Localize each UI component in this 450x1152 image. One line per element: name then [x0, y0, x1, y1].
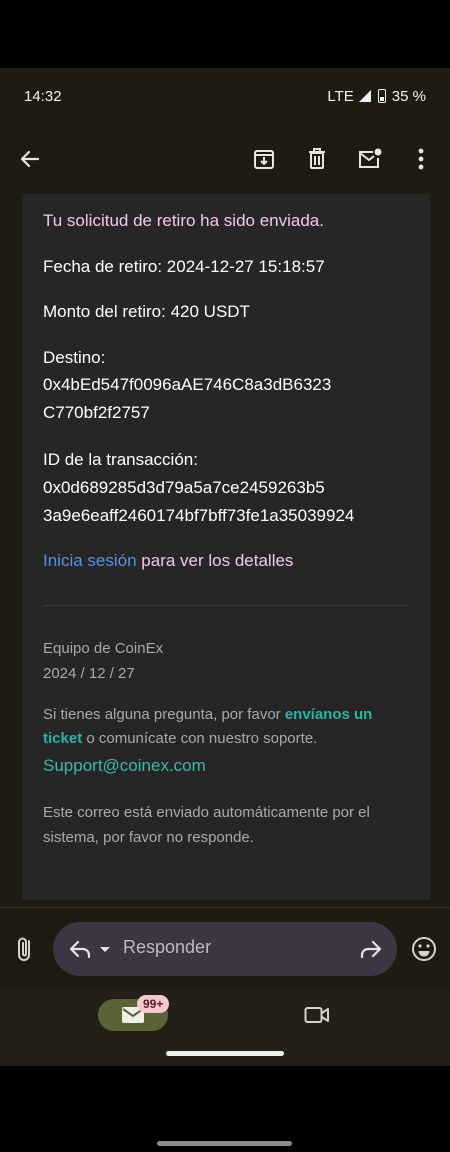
- question-line1: Si tienes alguna pregunta, por favor env…: [43, 703, 372, 727]
- more-vertical-icon: [418, 148, 424, 170]
- compose-divider: [0, 907, 450, 908]
- status-bar: 14:32 LTE 35 %: [0, 76, 450, 116]
- question-prefix: Si tienes alguna pregunta, por favor: [43, 706, 285, 723]
- mark-unread-button[interactable]: [352, 141, 388, 177]
- login-suffix: para ver los detalles: [136, 551, 294, 570]
- amount-label: Monto del retiro:: [43, 302, 166, 321]
- delete-button[interactable]: [299, 141, 335, 177]
- support-email-link[interactable]: Support@coinex.com: [43, 753, 206, 779]
- txid-line2: 3a9e6eaff2460174bf7bff73fe1a35039924: [43, 506, 355, 525]
- archive-button[interactable]: [246, 141, 282, 177]
- gesture-handle: [166, 1051, 284, 1056]
- signature-divider: [43, 605, 407, 606]
- chevron-down-icon[interactable]: [99, 946, 111, 954]
- email-headline: Tu solicitud de retiro ha sido enviada.: [43, 211, 324, 230]
- camera-area: [0, 0, 450, 68]
- date-value: 2024-12-27 15:18:57: [166, 257, 325, 276]
- destination-label: Destino:: [43, 348, 106, 367]
- arrow-left-icon: [20, 150, 40, 168]
- trash-icon: [309, 148, 325, 169]
- status-right: LTE 35 %: [327, 88, 426, 105]
- battery-icon: [377, 89, 386, 103]
- email-toolbar: [0, 136, 450, 182]
- team-name: Equipo de CoinEx: [43, 640, 164, 657]
- emoji-icon[interactable]: [410, 935, 438, 963]
- signal-icon: [358, 90, 371, 102]
- auto-notice-line2: sistema, por favor no responde.: [43, 829, 254, 846]
- withdrawal-amount: Monto del retiro: 420 USDT: [43, 298, 250, 326]
- archive-icon: [254, 150, 274, 169]
- amount-value: 420 USDT: [170, 302, 250, 321]
- destination-address-line1: 0x4bEd547f0096aAE746C8a3dB6323: [43, 375, 332, 394]
- status-time: 14:32: [24, 87, 62, 105]
- video-camera-icon[interactable]: [304, 1004, 330, 1026]
- ticket-link[interactable]: envíanos un: [285, 706, 373, 723]
- back-button[interactable]: [12, 141, 48, 177]
- mail-unread-icon: [359, 148, 382, 168]
- withdrawal-date: Fecha de retiro: 2024-12-27 15:18:57: [43, 253, 325, 281]
- destination-address-line2: C770bf2f2757: [43, 403, 150, 422]
- txid-line1: 0x0d689285d3d79a5a7ce2459263b5: [43, 478, 325, 497]
- signature-date: 2024 / 12 / 27: [43, 665, 135, 682]
- date-label: Fecha de retiro:: [43, 257, 163, 276]
- login-link[interactable]: Inicia sesión: [43, 551, 137, 570]
- network-type: LTE: [327, 87, 354, 105]
- question-line2: ticket o comunícate con nuestro soporte.: [43, 727, 317, 751]
- paperclip-icon[interactable]: [12, 934, 40, 964]
- ticket-link-continued[interactable]: ticket: [43, 730, 82, 747]
- question-suffix: o comunícate con nuestro soporte.: [82, 730, 318, 747]
- more-options-button[interactable]: [403, 141, 439, 177]
- txid-label: ID de la transacción:: [43, 450, 198, 469]
- auto-notice-line1: Este correo está enviado automáticamente…: [43, 804, 370, 821]
- unread-count-badge: 99+: [137, 995, 170, 1013]
- battery-percent: 35 %: [391, 87, 426, 105]
- system-gesture-bar: [157, 1141, 292, 1146]
- reply-placeholder[interactable]: Responder: [123, 937, 211, 958]
- reply-bar[interactable]: Responder: [53, 922, 397, 976]
- login-sentence: Inicia sesión para ver los detalles: [43, 547, 293, 575]
- reply-arrow-icon[interactable]: [68, 939, 92, 959]
- forward-arrow-icon[interactable]: [359, 939, 383, 959]
